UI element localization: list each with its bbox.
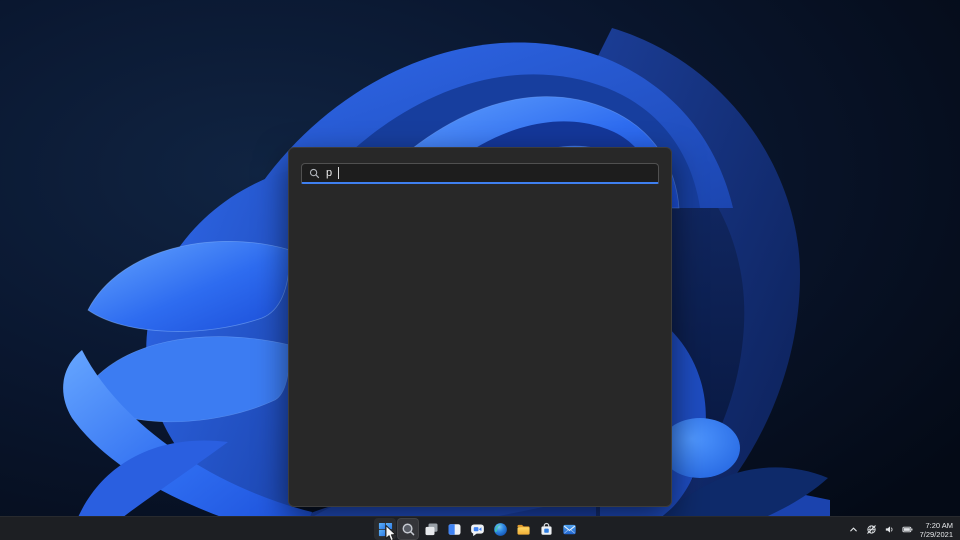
widgets-button[interactable] [443,518,465,540]
battery-icon [902,526,913,532]
taskbar: 7:20 AM 7/29/2021 [0,516,960,540]
edge-button[interactable] [489,518,511,540]
volume-button[interactable] [881,519,898,539]
task-view-button[interactable] [420,518,442,540]
hidden-icons-button[interactable] [845,519,862,539]
search-results-empty [289,192,671,506]
edge-browser-icon [493,522,507,536]
desktop: p 7:20 AM 7/29/2021 [0,0,960,540]
chevron-up-icon [849,527,857,531]
tray-date: 7/29/2021 [919,529,953,539]
search-button[interactable] [397,518,419,540]
taskbar-center-buttons [374,518,580,540]
search-magnifier-icon [402,523,414,535]
store-bag-icon [540,522,552,535]
widgets-icon [448,523,460,535]
system-tray: 7:20 AM 7/29/2021 [845,518,957,540]
start-button[interactable] [374,518,396,540]
network-status-button[interactable] [863,519,880,539]
search-query-text: p [326,166,333,179]
taskbar-clock[interactable]: 7:20 AM 7/29/2021 [917,520,957,539]
folder-icon [517,524,530,535]
search-panel: p [288,147,672,507]
battery-button[interactable] [899,519,916,539]
task-view-icon [425,523,437,535]
store-button[interactable] [535,518,557,540]
search-icon [309,168,320,178]
mail-button[interactable] [558,518,580,540]
windows-logo-icon [378,522,392,536]
chat-icon [470,523,484,536]
file-explorer-button[interactable] [512,518,534,540]
mail-envelope-icon [562,524,576,534]
volume-icon [885,525,893,533]
network-status-icon [866,524,876,534]
chat-button[interactable] [466,518,488,540]
search-input[interactable]: p [301,163,659,184]
tray-time: 7:20 AM [925,520,953,530]
text-caret [338,167,340,179]
